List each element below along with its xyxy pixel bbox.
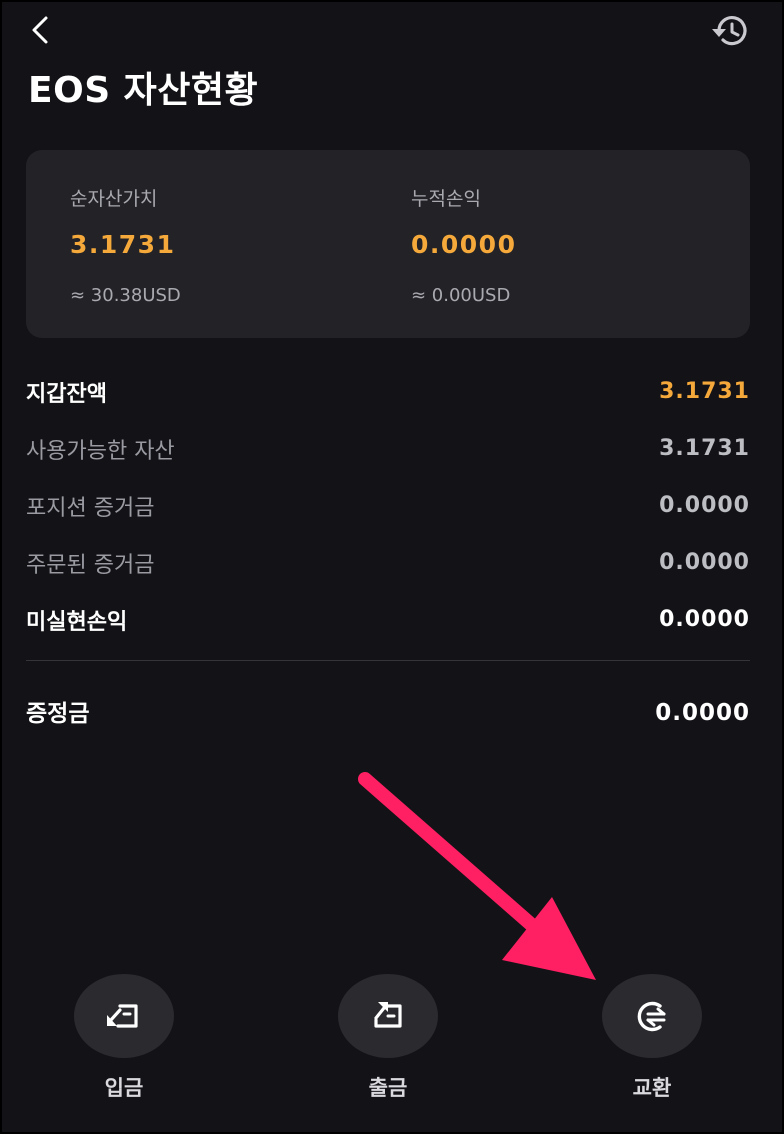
chevron-left-icon bbox=[32, 16, 48, 44]
deposit-button[interactable]: 입금 bbox=[64, 972, 184, 1112]
wallet-balance-label: 지갑잔액 bbox=[26, 382, 107, 407]
available-asset-value: 3.1731 bbox=[659, 436, 750, 461]
deposit-icon-circle bbox=[74, 974, 174, 1058]
balance-details-list: 지갑잔액 3.1731 사용가능한 자산 3.1731 포지션 증거금 0.00… bbox=[26, 366, 750, 651]
wallet-balance-row: 지갑잔액 3.1731 bbox=[26, 366, 750, 423]
withdraw-button[interactable]: 출금 bbox=[328, 972, 448, 1112]
top-bar bbox=[2, 2, 782, 62]
withdraw-label: 출금 bbox=[368, 1076, 408, 1100]
order-margin-row: 주문된 증거금 0.0000 bbox=[26, 537, 750, 594]
bonus-label: 증정금 bbox=[26, 701, 90, 727]
order-margin-label: 주문된 증거금 bbox=[26, 553, 155, 578]
unrealized-pnl-value: 0.0000 bbox=[659, 607, 750, 632]
history-button[interactable] bbox=[708, 12, 756, 52]
withdraw-icon bbox=[374, 1002, 402, 1028]
asset-summary-card: 순자산가치 3.1731 ≈ 30.38USD 누적손익 0.0000 ≈ 0.… bbox=[26, 150, 750, 338]
exchange-icon bbox=[637, 1001, 666, 1032]
exchange-icon-circle bbox=[602, 974, 702, 1058]
net-asset-label: 순자산가치 bbox=[70, 188, 158, 210]
deposit-icon bbox=[107, 1004, 138, 1028]
unrealized-pnl-row: 미실현손익 0.0000 bbox=[26, 594, 750, 651]
cumulative-pnl-usd: ≈ 0.00USD bbox=[411, 285, 511, 306]
history-icon bbox=[712, 16, 747, 46]
unrealized-pnl-label: 미실현손익 bbox=[26, 610, 128, 635]
net-asset-value: 3.1731 bbox=[70, 230, 176, 259]
cumulative-pnl-value: 0.0000 bbox=[411, 230, 517, 259]
page-title: EOS 자산현황 bbox=[28, 70, 259, 111]
order-margin-value: 0.0000 bbox=[659, 550, 750, 575]
bonus-row: 증정금 0.0000 bbox=[26, 692, 750, 732]
position-margin-value: 0.0000 bbox=[659, 493, 750, 518]
deposit-label: 입금 bbox=[104, 1076, 144, 1100]
wallet-balance-value: 3.1731 bbox=[659, 379, 750, 404]
withdraw-icon-circle bbox=[338, 974, 438, 1058]
asset-status-screen: EOS 자산현황 순자산가치 3.1731 ≈ 30.38USD 누적손익 0.… bbox=[2, 2, 782, 1132]
available-asset-row: 사용가능한 자산 3.1731 bbox=[26, 423, 750, 480]
position-margin-label: 포지션 증거금 bbox=[26, 496, 155, 521]
position-margin-row: 포지션 증거금 0.0000 bbox=[26, 480, 750, 537]
cumulative-pnl-label: 누적손익 bbox=[411, 188, 481, 210]
available-asset-label: 사용가능한 자산 bbox=[26, 439, 175, 464]
divider bbox=[26, 660, 750, 661]
exchange-label: 교환 bbox=[632, 1076, 672, 1100]
exchange-button[interactable]: 교환 bbox=[592, 972, 712, 1112]
net-asset-usd: ≈ 30.38USD bbox=[70, 285, 181, 306]
back-button[interactable] bbox=[24, 12, 60, 52]
bonus-value: 0.0000 bbox=[655, 700, 750, 726]
